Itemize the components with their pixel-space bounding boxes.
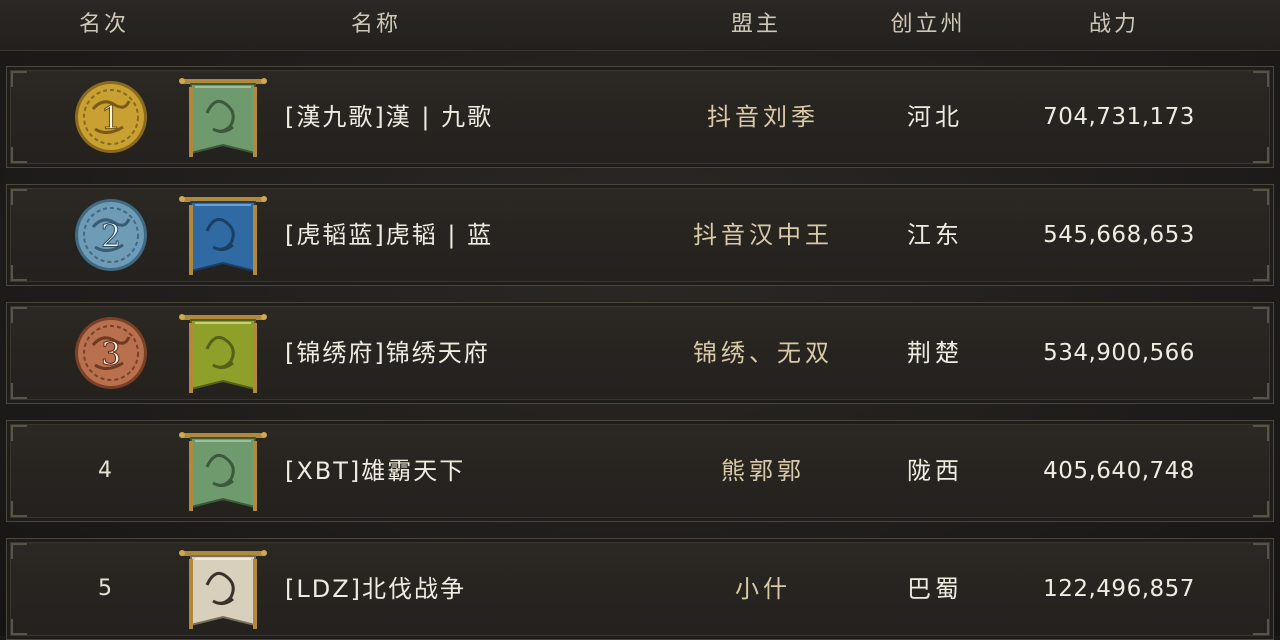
alliance-name: [XBT]雄霸天下 (285, 457, 466, 485)
alliance-leader: 抖音刘季 (707, 103, 819, 131)
silver-medal-icon: 2 (75, 199, 147, 271)
bronze-medal-icon: 3 (75, 317, 147, 389)
gold-medal-icon: 1 (75, 81, 147, 153)
ranking-row[interactable]: 4 [XBT]雄霸天下 熊郭郭 陇西 405,640,748 (6, 420, 1274, 522)
guild-banner-icon (179, 78, 267, 157)
alliance-name: [LDZ]北伐战争 (285, 575, 467, 603)
svg-text:3: 3 (101, 335, 121, 373)
ranking-row[interactable]: 2 [虎韬蓝]虎韬 | 蓝 抖音汉中王 江东 545,668,653 (6, 184, 1274, 286)
guild-banner-icon (179, 314, 267, 393)
alliance-leader: 锦绣、无双 (693, 339, 833, 367)
alliance-name: [漢九歌]漢 | 九歌 (285, 103, 494, 131)
alliance-state: 河北 (907, 103, 963, 131)
alliance-leader: 抖音汉中王 (693, 221, 833, 249)
alliance-name: [锦绣府]锦绣天府 (285, 339, 490, 367)
alliance-power: 545,668,653 (1043, 222, 1195, 248)
alliance-power: 122,496,857 (1043, 576, 1195, 602)
alliance-leader: 小什 (735, 575, 791, 603)
rank-number: 4 (98, 458, 112, 483)
alliance-state: 荆楚 (907, 339, 963, 367)
ranking-list: 1 [漢九歌]漢 | 九歌 抖音刘季 河北 704,731,173 2 [虎韬蓝… (0, 0, 1280, 640)
guild-banner-icon (179, 432, 267, 511)
ranking-row[interactable]: 1 [漢九歌]漢 | 九歌 抖音刘季 河北 704,731,173 (6, 66, 1274, 168)
alliance-name: [虎韬蓝]虎韬 | 蓝 (285, 221, 494, 249)
svg-text:1: 1 (101, 99, 121, 137)
alliance-state: 陇西 (907, 457, 963, 485)
guild-banner-icon (179, 550, 267, 629)
guild-banner-icon (179, 196, 267, 275)
svg-text:2: 2 (101, 217, 121, 255)
ranking-row[interactable]: 5 [LDZ]北伐战争 小什 巴蜀 122,496,857 (6, 538, 1274, 640)
alliance-power: 405,640,748 (1043, 458, 1195, 484)
rank-number: 5 (98, 576, 112, 601)
alliance-power: 534,900,566 (1043, 340, 1195, 366)
alliance-leader: 熊郭郭 (721, 457, 805, 485)
alliance-state: 江东 (907, 221, 963, 249)
alliance-power: 704,731,173 (1043, 104, 1195, 130)
alliance-state: 巴蜀 (907, 575, 963, 603)
ranking-row[interactable]: 3 [锦绣府]锦绣天府 锦绣、无双 荆楚 534,900,566 (6, 302, 1274, 404)
